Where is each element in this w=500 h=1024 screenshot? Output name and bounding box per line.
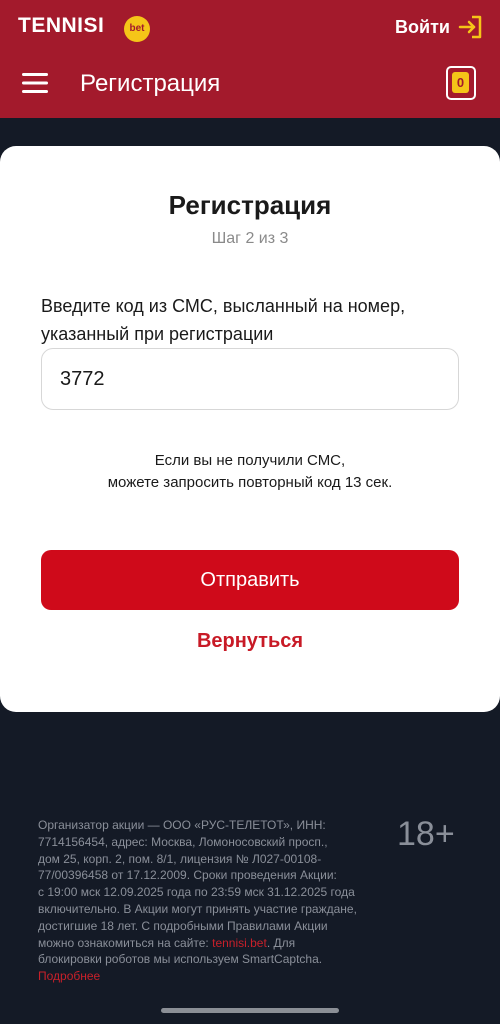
age-restriction-badge: 18+: [397, 815, 455, 853]
registration-card: Регистрация Шаг 2 из 3 Введите код из СМ…: [0, 146, 500, 712]
home-indicator: [161, 1008, 339, 1013]
code-label-line1: Введите код из СМС, высланный на номер,: [41, 296, 406, 316]
coupon-count: 0: [452, 72, 469, 93]
footer-line: Организатор акции — ООО «РУС-ТЕЛЕТОТ», И…: [38, 818, 326, 832]
more-link[interactable]: Подробнее: [38, 968, 388, 985]
login-arrow-icon: [458, 15, 482, 39]
footer-legal-text: Организатор акции — ООО «РУС-ТЕЛЕТОТ», И…: [38, 817, 388, 985]
code-label: Введите код из СМС, высланный на номер, …: [41, 292, 461, 348]
sms-code-input[interactable]: [41, 348, 459, 410]
page-title: Регистрация: [80, 70, 221, 97]
footer-line: дом 25, корп. 2, пом. 8/1, лицензия № Л0…: [38, 851, 322, 866]
resend-info: Если вы не получили СМС, можете запросит…: [0, 450, 500, 494]
step-indicator: Шаг 2 из 3: [211, 230, 289, 247]
footer-line8-prefix: можно ознакомиться на сайте:: [38, 935, 213, 950]
card-title: Регистрация: [168, 190, 332, 220]
brand-bet-badge: bet: [124, 16, 150, 42]
footer-line: блокировки роботов мы используем SmartCa…: [38, 952, 323, 967]
footer-line: включительно. В Акции могут принять учас…: [38, 901, 357, 916]
back-link[interactable]: Вернуться: [0, 630, 500, 653]
footer-line: можно ознакомиться на сайте: tennisi.bet…: [38, 935, 388, 952]
resend-line2: можете запросить повторный код 13 сек.: [107, 474, 393, 491]
code-label-line2: указанный при регистрации: [41, 324, 274, 344]
app-header: TENNISI bet Войти Регистрация 0: [0, 0, 500, 118]
brand-logo[interactable]: TENNISI: [18, 14, 104, 38]
nav-row: Регистрация 0: [0, 52, 500, 118]
brand-row: TENNISI bet Войти: [0, 0, 500, 52]
footer-line8-suffix: . Для: [266, 935, 296, 950]
footer-line: достигшие 18 лет. С подробными Правилами…: [38, 918, 328, 933]
footer-line: 77/00396458 от 17.12.2009. Сроки проведе…: [38, 868, 337, 883]
menu-icon[interactable]: [22, 72, 48, 94]
coupon-icon[interactable]: 0: [446, 66, 476, 100]
resend-line1: Если вы не получили СМС,: [154, 452, 346, 469]
footer-line: 7714156454, адрес: Москва, Ломоносовский…: [38, 834, 328, 849]
submit-button[interactable]: Отправить: [41, 550, 459, 610]
login-button[interactable]: Войти: [395, 14, 484, 40]
login-label: Войти: [395, 16, 450, 37]
site-link[interactable]: tennisi.bet: [212, 936, 267, 950]
footer-line: с 19:00 мск 12.09.2025 года по 23:59 мск…: [38, 885, 355, 900]
